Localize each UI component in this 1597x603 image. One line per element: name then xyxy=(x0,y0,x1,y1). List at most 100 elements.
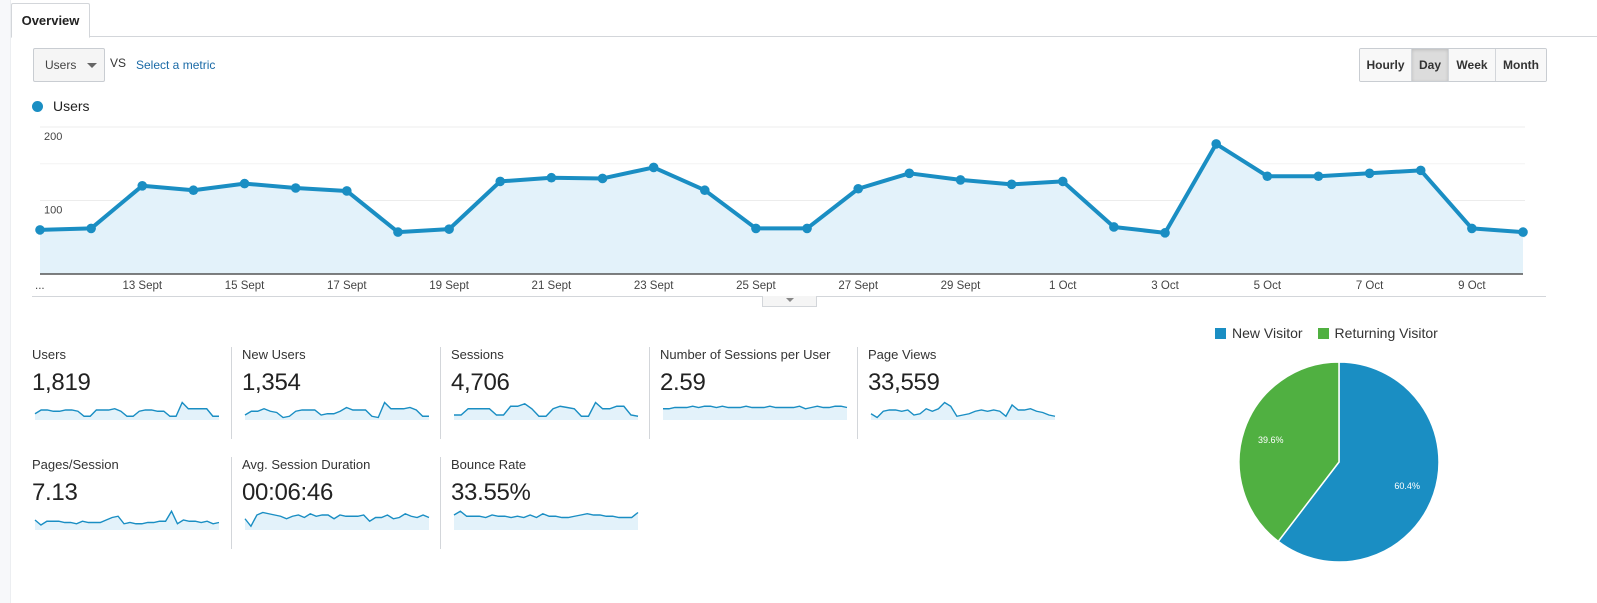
data-point[interactable] xyxy=(1518,227,1528,237)
returning-visitor-swatch xyxy=(1317,327,1329,339)
x-tick-label: 1 Oct xyxy=(1049,280,1077,292)
scorecard-value: 00:06:46 xyxy=(242,479,334,506)
scorecard-label: Bounce Rate xyxy=(451,457,527,472)
users-line-chart: 100 200... 13 Sept 15 Sept 17 Sept 19 Sept 21 … xyxy=(35,126,1528,292)
scorecard-value: 33.55% xyxy=(451,479,531,506)
tab-overview[interactable]: Overview xyxy=(11,3,90,38)
data-point[interactable] xyxy=(495,176,506,187)
sparkline xyxy=(244,401,429,420)
metric-select-value: Users xyxy=(45,58,77,72)
x-tick-label: ... xyxy=(35,280,45,292)
visitor-pie-chart: 60.4% 39.6% xyxy=(1238,361,1440,563)
pie-legend-label-new: New Visitor xyxy=(1232,325,1303,341)
data-point[interactable] xyxy=(342,186,352,196)
select-metric-link[interactable]: Select a metric xyxy=(136,58,215,72)
x-tick-label: 27 Sept xyxy=(838,280,878,292)
legend-label-users: Users xyxy=(53,98,90,114)
data-point[interactable] xyxy=(853,183,864,194)
data-point[interactable] xyxy=(1057,176,1068,187)
data-point[interactable] xyxy=(802,223,812,234)
data-point[interactable] xyxy=(1211,139,1221,149)
scorecard-sessions[interactable]: Sessions 4,706 xyxy=(440,347,649,439)
sparkline xyxy=(453,510,639,530)
x-tick-label: 19 Sept xyxy=(429,280,469,292)
data-point[interactable] xyxy=(904,168,915,179)
data-point[interactable] xyxy=(1364,168,1375,179)
y-tick-label: 100 xyxy=(44,205,62,217)
sparkline-area xyxy=(454,402,638,420)
x-tick-label: 21 Sept xyxy=(532,280,572,292)
data-point[interactable] xyxy=(393,227,403,237)
sparkline-area xyxy=(454,511,638,530)
scorecard-value: 4,706 xyxy=(451,369,510,396)
granularity-day-button[interactable]: Day xyxy=(1412,49,1449,81)
pie-legend: New Visitor Returning Visitor xyxy=(1215,325,1453,341)
scorecard-page-views[interactable]: Page Views 33,559 xyxy=(857,347,1066,439)
sparkline xyxy=(454,401,639,420)
scorecard-label: Avg. Session Duration xyxy=(242,457,371,472)
caret-down-icon xyxy=(785,298,794,302)
x-tick-label: 7 Oct xyxy=(1356,280,1384,292)
scorecard-value: 2.59 xyxy=(660,369,706,396)
granularity-toggle: Hourly Day Week Month xyxy=(1359,48,1547,82)
sparkline xyxy=(34,401,219,420)
scorecard-avg-session-duration[interactable]: Avg. Session Duration 00:06:46 xyxy=(231,457,440,549)
data-point[interactable] xyxy=(1006,179,1017,190)
data-point[interactable] xyxy=(1109,222,1119,232)
legend-dot-icon xyxy=(32,100,43,112)
scorecard-label: New Users xyxy=(242,347,306,362)
pie-legend-label-returning: Returning Visitor xyxy=(1334,325,1438,341)
data-point[interactable] xyxy=(699,185,710,196)
pie-slice-label: 39.6% xyxy=(1258,435,1284,445)
granularity-week-button[interactable]: Week xyxy=(1449,49,1496,81)
data-point[interactable] xyxy=(1415,165,1426,176)
pie-legend-item-returning[interactable]: Returning Visitor xyxy=(1317,325,1438,341)
data-point[interactable] xyxy=(597,173,608,184)
data-point[interactable] xyxy=(955,175,966,185)
sparkline xyxy=(870,401,1056,420)
scorecard-users[interactable]: Users 1,819 xyxy=(32,347,241,439)
data-point[interactable] xyxy=(1262,171,1273,182)
data-point[interactable] xyxy=(751,223,761,234)
expand-chart-handle[interactable] xyxy=(762,296,817,307)
granularity-month-button[interactable]: Month xyxy=(1496,49,1546,81)
data-point[interactable] xyxy=(239,178,250,189)
scorecard-label: Users xyxy=(32,347,66,362)
chart-legend: Users xyxy=(32,98,90,114)
data-point[interactable] xyxy=(35,225,45,235)
data-point[interactable] xyxy=(546,172,557,183)
scorecard-bounce-rate[interactable]: Bounce Rate 33.55% xyxy=(440,457,649,549)
data-point[interactable] xyxy=(86,223,96,234)
granularity-hourly-button[interactable]: Hourly xyxy=(1360,49,1412,81)
x-tick-label: 9 Oct xyxy=(1458,280,1486,292)
sparkline xyxy=(663,405,848,420)
x-tick-label: 23 Sept xyxy=(634,280,674,292)
sparkline xyxy=(244,511,430,530)
x-tick-label: 25 Sept xyxy=(736,280,776,292)
data-point[interactable] xyxy=(1160,228,1170,238)
sparkline xyxy=(34,509,220,530)
x-tick-label: 13 Sept xyxy=(122,280,162,292)
vs-label: VS xyxy=(110,56,127,70)
scorecard-number-of-sessions-per-user[interactable]: Number of Sessions per User 2.59 xyxy=(649,347,858,439)
data-point[interactable] xyxy=(1467,223,1477,234)
pie-legend-item-new[interactable]: New Visitor xyxy=(1215,325,1303,341)
scorecard-label: Pages/Session xyxy=(32,457,119,472)
data-point[interactable] xyxy=(188,185,199,196)
data-point[interactable] xyxy=(290,183,301,193)
scorecard-new-users[interactable]: New Users 1,354 xyxy=(231,347,440,439)
data-point[interactable] xyxy=(444,224,454,234)
scorecard-pages-session[interactable]: Pages/Session 7.13 xyxy=(32,457,241,549)
y-tick-label: 200 xyxy=(44,131,62,143)
scorecard-label: Sessions xyxy=(451,347,504,362)
sparkline-area xyxy=(663,406,847,420)
tab-bar xyxy=(11,0,1597,37)
metric-select-dropdown[interactable]: Users xyxy=(33,48,105,82)
data-point[interactable] xyxy=(1313,171,1324,182)
scorecard-label: Number of Sessions per User xyxy=(660,347,831,362)
chevron-down-icon xyxy=(87,62,98,68)
new-visitor-swatch xyxy=(1215,327,1226,339)
data-point[interactable] xyxy=(648,162,659,173)
x-tick-label: 3 Oct xyxy=(1151,280,1179,292)
data-point[interactable] xyxy=(137,181,148,191)
